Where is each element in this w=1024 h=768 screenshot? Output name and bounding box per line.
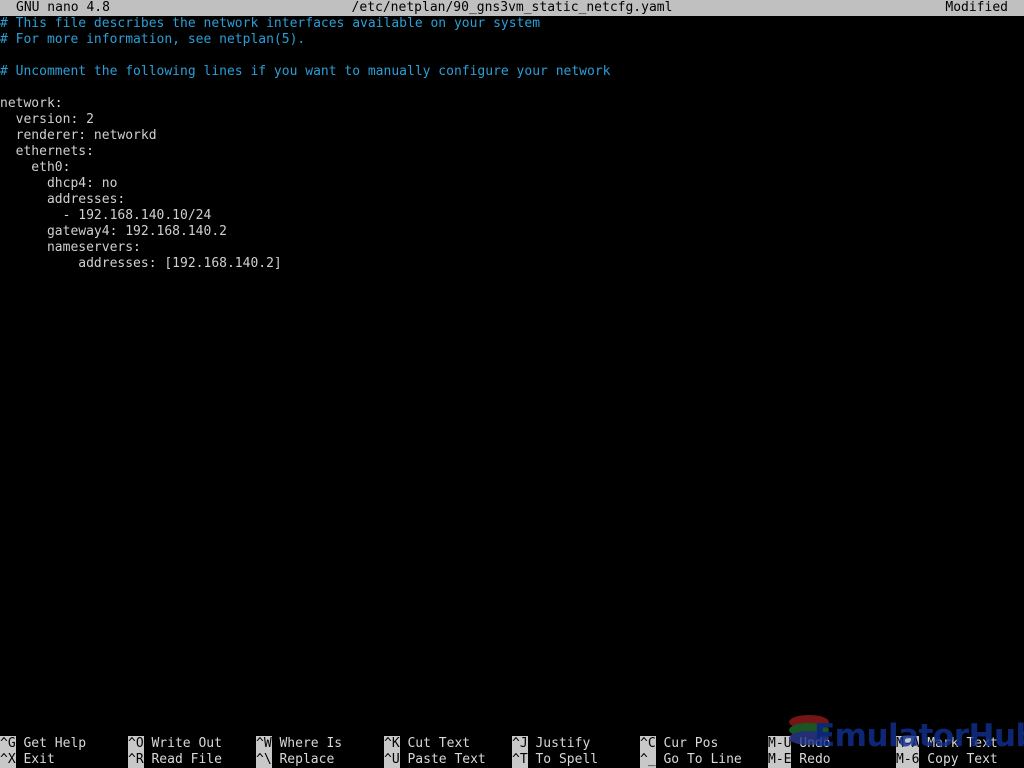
shortcut-key-to-spell: ^T	[512, 752, 528, 768]
nano-title-bar: GNU nano 4.8 /etc/netplan/90_gns3vm_stat…	[0, 0, 1024, 16]
shortcut-label-get-help: Get Help	[15, 736, 87, 751]
shortcut-label-exit: Exit	[15, 752, 55, 767]
shortcut-label-copy-text: Copy Text	[919, 752, 998, 767]
shortcut-key-cur-pos: ^C	[640, 736, 656, 752]
shortcut-key-read-file: ^R	[128, 752, 144, 768]
shortcut-label-replace: Replace	[271, 752, 335, 767]
shortcut-redo[interactable]: M-E Redo	[768, 752, 831, 768]
shortcut-key-where-is: ^W	[256, 736, 272, 752]
shortcut-key-cut-text: ^K	[384, 736, 400, 752]
shortcut-where-is[interactable]: ^W Where Is	[256, 736, 342, 752]
shortcut-row-top: ^G Get Help ^O Write Out ^W Where Is ^K Cut…	[0, 736, 1024, 752]
shortcut-key-mark-text: M-A	[896, 736, 920, 752]
shortcut-go-to-line[interactable]: ^_ Go To Line	[640, 752, 742, 768]
editor-line-1: # For more information, see netplan(5).	[0, 32, 306, 47]
shortcut-paste-text[interactable]: ^U Paste Text	[384, 752, 486, 768]
shortcut-undo[interactable]: M-U Undo	[768, 736, 831, 752]
editor-line-11: addresses:	[0, 192, 126, 207]
editor-line-15: addresses: [192.168.140.2]	[0, 256, 282, 271]
editor-line-9: eth0:	[0, 160, 71, 175]
editor-line-2	[0, 48, 1024, 64]
shortcut-label-mark-text: Mark Text	[919, 736, 998, 751]
shortcut-key-replace: ^\	[256, 752, 272, 768]
shortcut-label-cur-pos: Cur Pos	[655, 736, 719, 751]
shortcut-exit[interactable]: ^X Exit	[0, 752, 55, 768]
shortcut-copy-text[interactable]: M-6 Copy Text	[896, 752, 998, 768]
shortcut-key-copy-text: M-6	[896, 752, 920, 768]
shortcut-cut-text[interactable]: ^K Cut Text	[384, 736, 470, 752]
editor-text-buffer[interactable]: # This file describes the network interf…	[0, 16, 1024, 734]
editor-line-4	[0, 80, 1024, 96]
shortcut-write-out[interactable]: ^O Write Out	[128, 736, 222, 752]
open-file-path: /etc/netplan/90_gns3vm_static_netcfg.yam…	[351, 0, 673, 15]
shortcut-read-file[interactable]: ^R Read File	[128, 752, 222, 768]
shortcut-label-to-spell: To Spell	[527, 752, 599, 767]
editor-line-5: network:	[0, 96, 63, 111]
shortcut-get-help[interactable]: ^G Get Help	[0, 736, 86, 752]
shortcut-label-where-is: Where Is	[271, 736, 343, 751]
shortcut-justify[interactable]: ^J Justify	[512, 736, 590, 752]
editor-line-6: version: 2	[0, 112, 94, 127]
shortcut-to-spell[interactable]: ^T To Spell	[512, 752, 598, 768]
editor-line-7: renderer: networkd	[0, 128, 157, 143]
editor-line-10: dhcp4: no	[0, 176, 118, 191]
editor-line-14: nameservers:	[0, 240, 141, 255]
shortcut-label-paste-text: Paste Text	[399, 752, 486, 767]
shortcut-label-undo: Undo	[791, 736, 831, 751]
shortcut-key-exit: ^X	[0, 752, 16, 768]
shortcut-label-cut-text: Cut Text	[399, 736, 471, 751]
shortcut-key-paste-text: ^U	[384, 752, 400, 768]
editor-line-12: - 192.168.140.10/24	[0, 208, 212, 223]
shortcut-label-read-file: Read File	[143, 752, 222, 767]
shortcut-mark-text[interactable]: M-A Mark Text	[896, 736, 998, 752]
shortcut-cur-pos[interactable]: ^C Cur Pos	[640, 736, 718, 752]
modified-status-indicator: Modified	[945, 0, 1008, 15]
shortcut-key-get-help: ^G	[0, 736, 16, 752]
shortcut-label-redo: Redo	[791, 752, 831, 767]
editor-line-8: ethernets:	[0, 144, 94, 159]
shortcut-replace[interactable]: ^\ Replace	[256, 752, 334, 768]
editor-line-0: # This file describes the network interf…	[0, 16, 541, 31]
shortcut-key-go-to-line: ^_	[640, 752, 656, 768]
nano-shortcut-bar: ^G Get Help ^O Write Out ^W Where Is ^K Cut…	[0, 736, 1024, 768]
editor-line-3: # Uncomment the following lines if you w…	[0, 64, 611, 79]
shortcut-label-write-out: Write Out	[143, 736, 222, 751]
shortcut-key-justify: ^J	[512, 736, 528, 752]
shortcut-key-write-out: ^O	[128, 736, 144, 752]
shortcut-key-redo: M-E	[768, 752, 792, 768]
shortcut-row-bottom: ^X Exit ^R Read File ^\ Replace ^U Paste Te…	[0, 752, 1024, 768]
shortcut-label-go-to-line: Go To Line	[655, 752, 742, 767]
editor-line-13: gateway4: 192.168.140.2	[0, 224, 227, 239]
shortcut-key-undo: M-U	[768, 736, 792, 752]
shortcut-label-justify: Justify	[527, 736, 591, 751]
nano-version-label: GNU nano 4.8	[16, 0, 110, 15]
